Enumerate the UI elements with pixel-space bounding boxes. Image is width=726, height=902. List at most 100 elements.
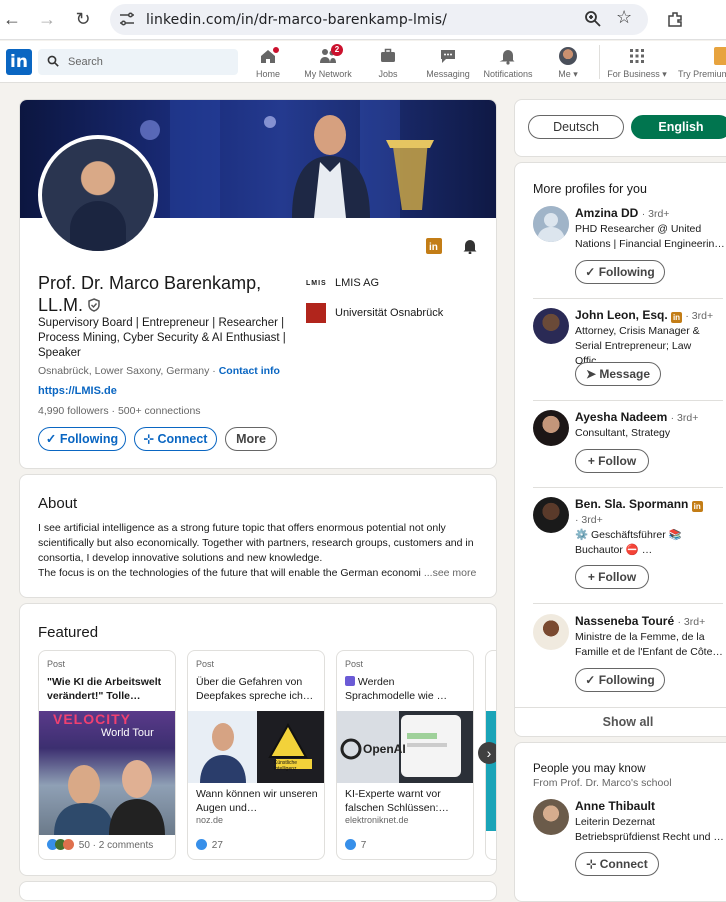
person-name-text: Nasseneba Touré [575,614,675,628]
person-headline: PHD Researcher @ United Nations | Financ… [575,223,725,250]
nav-try-premium[interactable]: Try Premium [674,45,726,81]
avatar[interactable] [533,410,569,446]
avatar[interactable] [533,497,569,533]
next-section-card [19,881,497,901]
back-icon[interactable]: ← [0,7,24,31]
nav-jobs[interactable]: Jobs [358,45,418,81]
network-badge: 2 [331,44,343,56]
more-profiles-card: More profiles for you Amzina DD · 3rd+ P… [514,162,726,737]
message-button[interactable]: ➤ Message [575,362,661,386]
celebrate-reaction-icon [63,839,74,850]
linkedin-logo-icon[interactable]: in [6,49,32,75]
org-current-company[interactable]: LMIS AG [335,277,379,289]
followers-count[interactable]: 4,990 followers · 500+ connections [38,405,201,417]
person-name[interactable]: Nasseneba Touré · 3rd+ [575,614,705,628]
site-settings-icon[interactable] [118,10,136,28]
about-body: I see artificial intelligence as a stron… [38,522,474,579]
post-reactions[interactable]: 27 [196,839,223,851]
featured-card: Featured Post "Wie KI die Arbeitswelt ve… [19,603,497,876]
nav-me[interactable]: Me ▾ [538,45,598,81]
post-reactions[interactable]: 7 [345,839,366,851]
person-name[interactable]: Ben. Sla. Spormann in [575,497,703,512]
post-image-label: Künstliche Intelligenz [274,760,298,772]
nav-messaging[interactable]: Messaging [418,45,478,81]
button-label: Following [598,673,655,687]
me-avatar [559,47,577,65]
person-headline-text: ⚙️ Geschäftsführer 📚 Buchautor ⛔ … [575,529,682,556]
nav-notifications-label: Notifications [483,69,533,79]
forward-icon[interactable]: → [35,7,59,31]
about-card: About I see artificial intelligence as a… [19,474,497,598]
search-input[interactable]: Search [38,49,238,75]
following-label: Following [59,432,119,446]
avatar[interactable] [533,206,569,242]
website-link[interactable]: https://LMIS.de [38,385,117,397]
avatar[interactable] [533,308,569,344]
post-image: Künstliche Intelligenz [188,711,324,783]
home-icon [259,45,281,65]
featured-post-2[interactable]: Post Über die Gefahren von Deepfakes spr… [187,650,325,860]
person-name-text: Ayesha Nadeem [575,410,668,424]
post-source: noz.de [196,815,224,825]
avatar[interactable] [533,799,569,835]
divider [533,603,723,604]
nav-for-business[interactable]: For Business ▾ [606,45,668,81]
reload-icon[interactable]: ↻ [71,7,95,31]
org-education[interactable]: Universität Osnabrück [335,307,443,319]
briefcase-icon [379,47,397,65]
reaction-count: 50 · 2 comments [78,840,154,851]
divider [533,298,723,299]
nav-me-label: Me ▾ [558,69,578,79]
button-label: Follow [598,454,637,468]
extensions-icon[interactable] [666,10,684,28]
nav-home[interactable]: Home [238,45,298,81]
default-avatar-icon [533,206,569,242]
featured-post-3[interactable]: Post Werden Sprachmodelle wie … OpenAI K… [336,650,474,860]
reaction-count: 27 [211,840,223,851]
verified-shield-icon[interactable] [87,298,101,312]
person-name[interactable]: Amzina DD · 3rd+ [575,206,669,220]
following-button[interactable]: ✓ Following [575,668,665,692]
nav-notifications[interactable]: Notifications [478,45,538,81]
linkedin-premium-icon[interactable]: in [426,238,442,254]
notification-bell-icon[interactable] [462,238,478,254]
following-button[interactable]: ✓ Following [575,260,665,284]
post-reactions[interactable]: 50 · 2 comments [47,839,153,851]
message-icon [439,47,457,65]
profile-headline: Supervisory Board | Entrepreneur | Resea… [38,317,286,359]
more-label: More [236,432,266,446]
address-bar[interactable]: linkedin.com/in/dr-marco-barenkamp-lmis/… [110,4,648,35]
lmis-logo: LMIS [306,276,328,292]
contact-info-link[interactable]: Contact info [219,365,280,377]
language-option-english[interactable]: English [631,115,726,139]
nav-my-network[interactable]: 2 My Network [298,44,358,81]
post-emoji-icon [345,676,355,686]
button-label: Message [599,367,651,381]
grid-icon [628,47,646,65]
person-name[interactable]: Ayesha Nadeem · 3rd+ [575,410,698,424]
person-name[interactable]: John Leon, Esq. in · 3rd+ [575,308,713,323]
profile-card: in Prof. Dr. Marco Barenkamp, LL.M. Supe… [19,99,497,469]
connect-button[interactable]: ⊹ Connect [575,852,659,876]
bookmark-star-icon[interactable]: ☆ [616,7,632,28]
language-option-deutsch[interactable]: Deutsch [528,115,624,139]
following-button[interactable]: ✓ Following [38,427,126,451]
avatar[interactable] [533,614,569,650]
divider [533,400,723,401]
svg-text:in: in [429,242,438,253]
follow-button[interactable]: + Follow [575,565,649,589]
person-name[interactable]: Anne Thibault [575,799,655,813]
home-notification-dot [271,45,281,55]
nav-my-network-label: My Network [304,69,352,79]
profile-photo[interactable] [38,135,158,255]
see-more-link[interactable]: ...see more [424,567,477,579]
featured-post-1[interactable]: Post "Wie KI die Arbeitswelt verändert!"… [38,650,176,860]
carousel-next-button[interactable]: › [478,742,496,764]
bell-icon [499,47,517,65]
profile-name-text: Prof. Dr. Marco Barenkamp, LL.M. [38,273,262,315]
more-button[interactable]: More [225,427,277,451]
zoom-icon[interactable] [584,10,602,28]
follow-button[interactable]: + Follow [575,449,649,473]
connect-button[interactable]: ⊹ Connect [134,427,217,451]
show-all-link[interactable]: Show all [515,715,726,729]
